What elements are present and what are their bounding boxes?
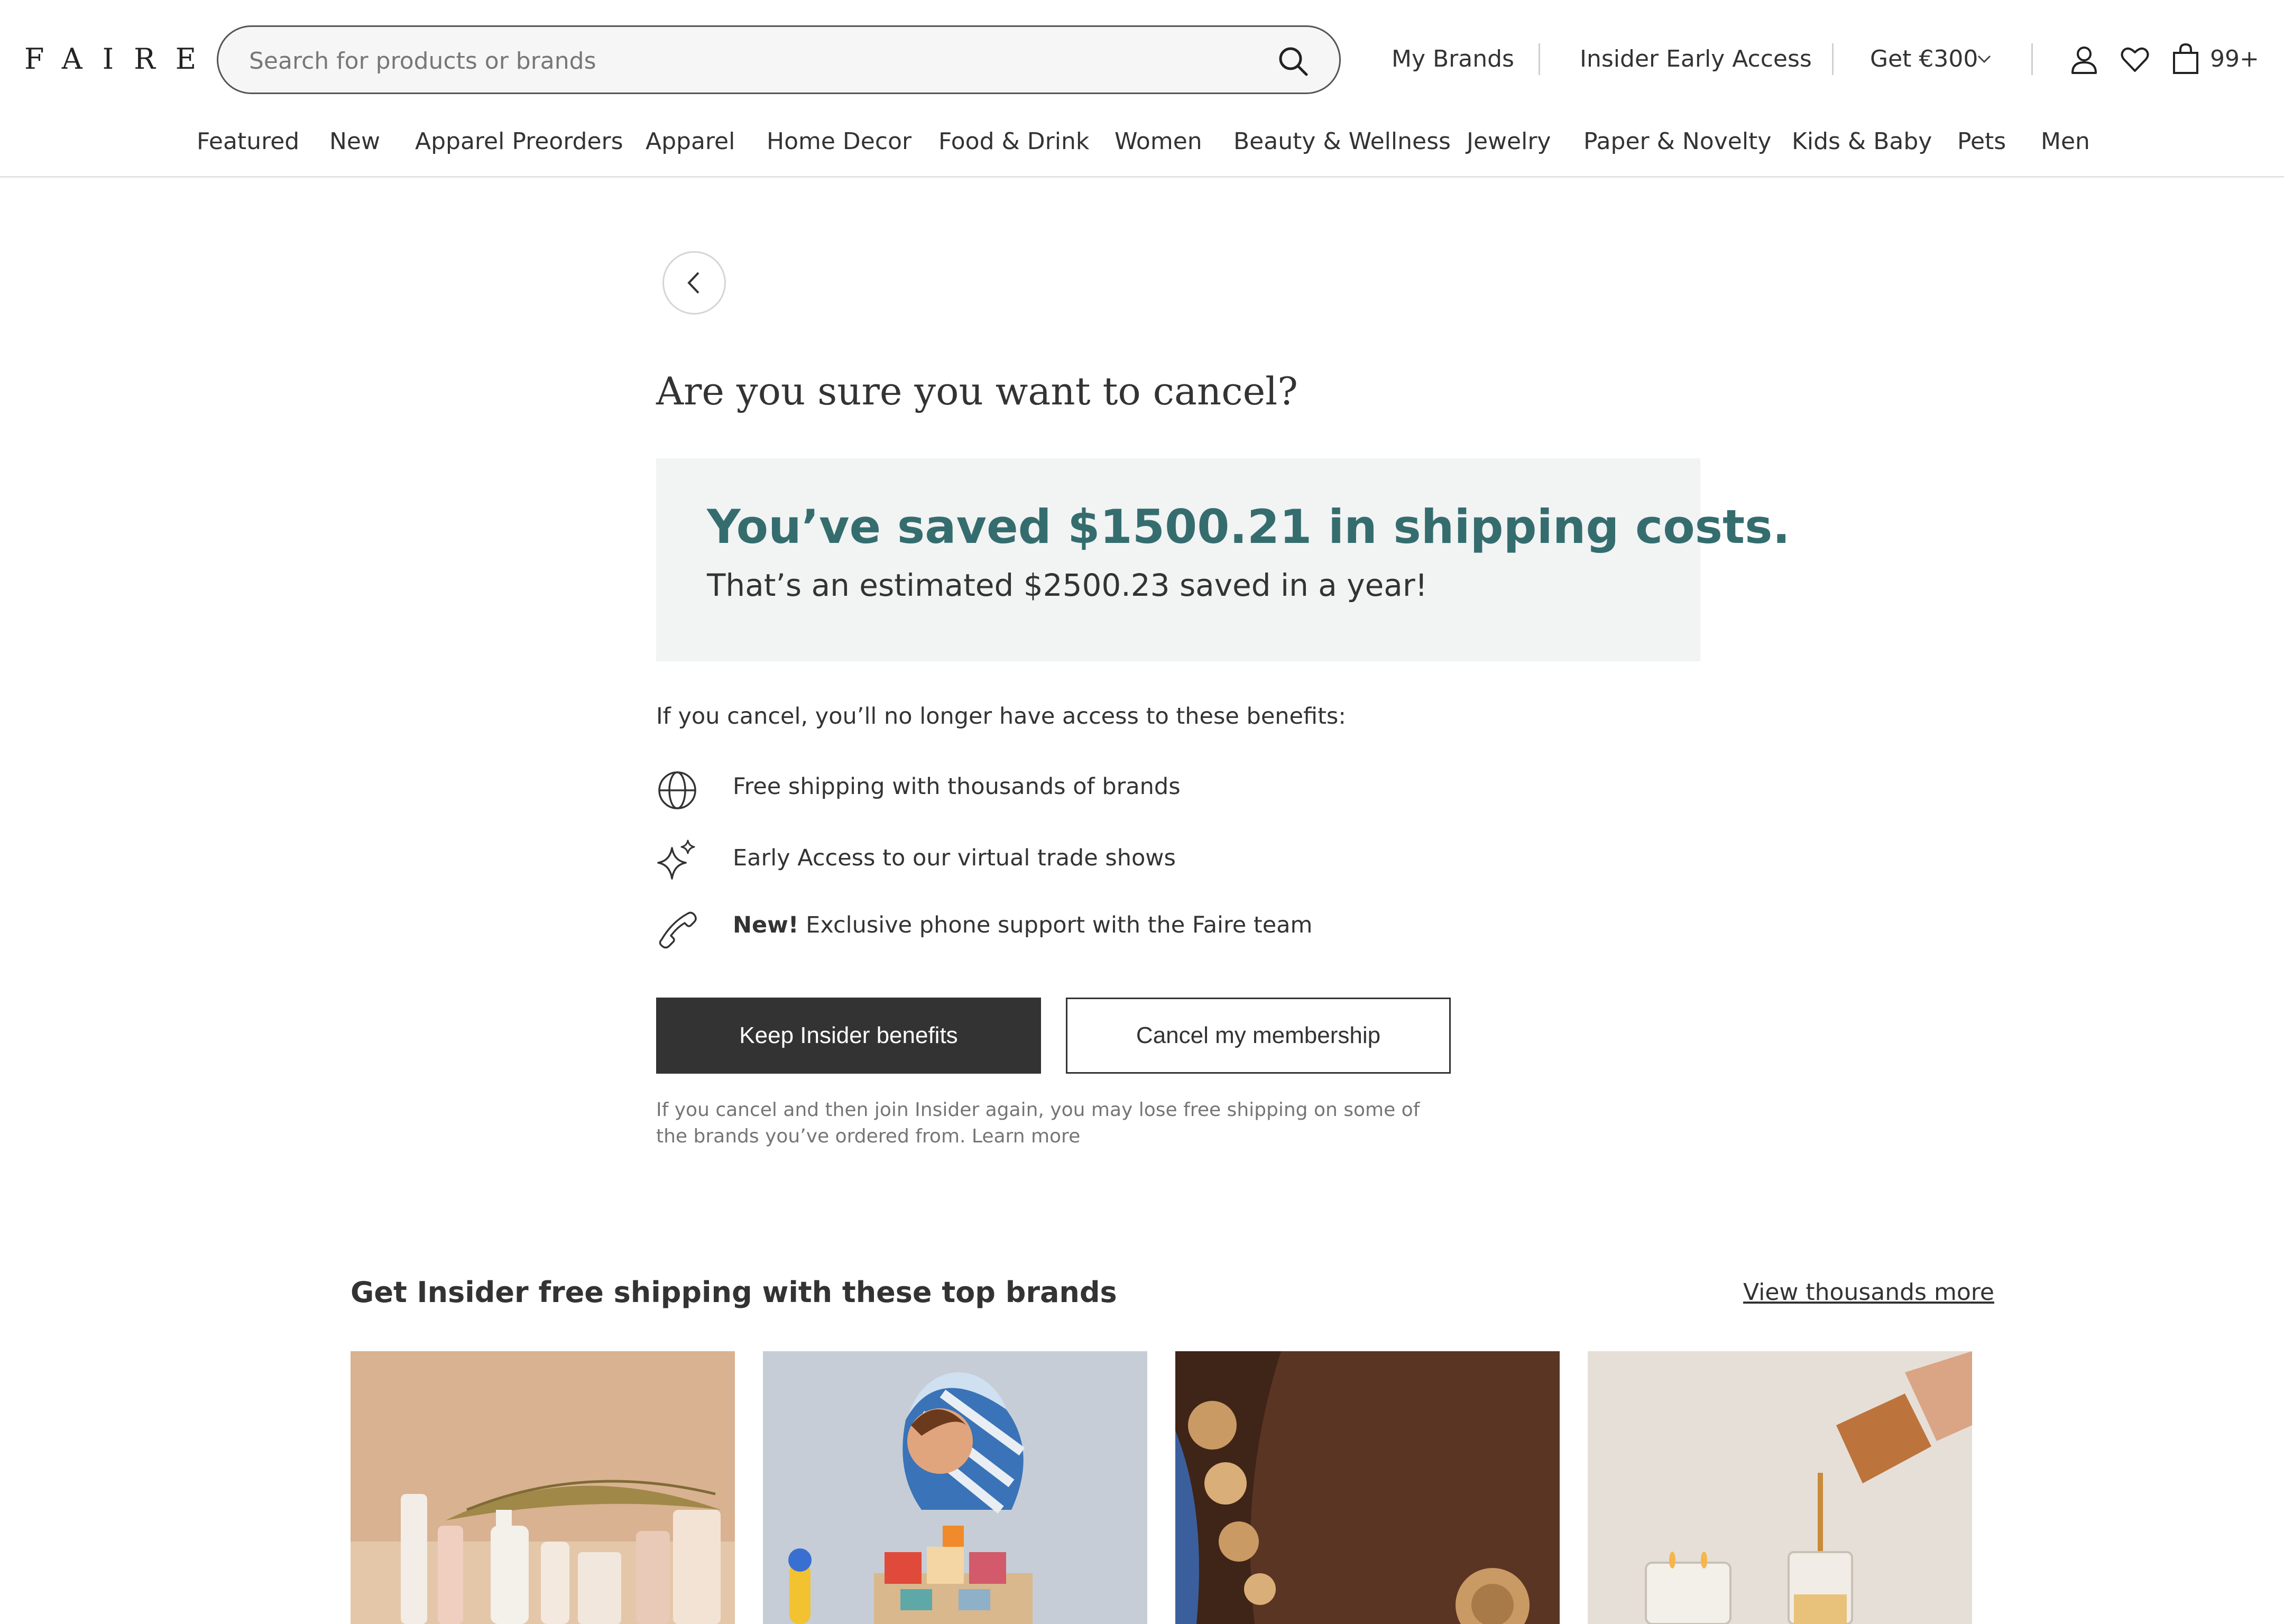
chevron-down-icon[interactable] [1976, 53, 1992, 66]
sparkle-icon [657, 839, 695, 880]
brand-image [351, 1351, 735, 1624]
nav-new[interactable]: New [329, 125, 380, 159]
benefit-free-shipping: Free shipping with thousands of brands [733, 773, 1181, 800]
phone-icon [659, 911, 697, 949]
benefit-phone-support: New! Exclusive phone support with the Fa… [733, 909, 1312, 941]
savings-panel: You’ve saved $1500.21 in shipping costs.… [656, 458, 1790, 661]
keep-benefits-button[interactable]: Keep Insider benefits [656, 998, 1041, 1074]
nav-pets[interactable]: Pets [1957, 125, 2006, 159]
back-button[interactable] [662, 251, 726, 315]
brand-card[interactable] [1175, 1351, 1560, 1624]
heart-icon[interactable] [2119, 43, 2151, 75]
fine-print: If you cancel and then join Insider agai… [656, 1099, 1420, 1147]
account-icon[interactable] [2068, 43, 2100, 75]
nav-home-decor[interactable]: Home Decor [767, 125, 911, 159]
header-divider [1832, 43, 1834, 75]
nav-jewelry[interactable]: Jewelry [1467, 125, 1551, 159]
page-title: Are you sure you want to cancel? [656, 369, 1298, 413]
nav-apparel[interactable]: Apparel [646, 125, 735, 159]
savings-headline: You’ve saved $1500.21 in shipping costs. [707, 500, 1790, 554]
globe-icon [658, 771, 696, 809]
search-icon[interactable] [1275, 43, 1312, 80]
brand-image [1588, 1351, 1972, 1624]
brands-heading: Get Insider free shipping with these top… [351, 1276, 1117, 1309]
brand-card[interactable] [351, 1351, 735, 1624]
nav-women[interactable]: Women [1115, 125, 1202, 159]
header-divider-line [0, 176, 2284, 178]
search-input[interactable] [248, 42, 1255, 80]
insider-early-access-link[interactable]: Insider Early Access [1580, 42, 1812, 76]
cancel-membership-button[interactable]: Cancel my membership [1066, 998, 1451, 1074]
benefits-intro: If you cancel, you’ll no longer have acc… [656, 703, 1346, 730]
nav-paper-novelty[interactable]: Paper & Novelty [1583, 125, 1771, 159]
promo-label: Get €300 [1870, 45, 1978, 72]
view-thousands-more-link[interactable]: View thousands more [1743, 1277, 1994, 1308]
search-bar[interactable] [217, 25, 1341, 94]
my-brands-link[interactable]: My Brands [1392, 42, 1514, 76]
benefit-phone-support-text: Exclusive phone support with the Faire t… [798, 912, 1313, 938]
shopping-bag-icon[interactable] [2170, 42, 2202, 75]
promo-dropdown[interactable]: Get €300 [1870, 42, 1978, 76]
nav-food-drink[interactable]: Food & Drink [938, 125, 1089, 159]
header-divider [2031, 43, 2033, 75]
cart-count[interactable]: 99+ [2210, 42, 2259, 76]
benefit-early-access: Early Access to our virtual trade shows [733, 845, 1176, 871]
savings-subline: That’s an estimated $2500.23 saved in a … [707, 567, 1428, 603]
brand-image [1175, 1351, 1560, 1624]
header-divider [1539, 43, 1540, 75]
nav-men[interactable]: Men [2041, 125, 2090, 159]
brand-card[interactable] [1588, 1351, 1972, 1624]
nav-kids-baby[interactable]: Kids & Baby [1792, 125, 1932, 159]
new-badge: New! [733, 912, 799, 938]
nav-featured[interactable]: Featured [197, 125, 299, 159]
chevron-left-icon [687, 272, 699, 294]
nav-apparel-preorders[interactable]: Apparel Preorders [415, 125, 623, 159]
brand-card[interactable] [763, 1351, 1147, 1624]
brand-image [763, 1351, 1147, 1624]
nav-beauty-wellness[interactable]: Beauty & Wellness [1233, 125, 1451, 159]
faire-logo[interactable]: FAIRE [24, 42, 216, 76]
